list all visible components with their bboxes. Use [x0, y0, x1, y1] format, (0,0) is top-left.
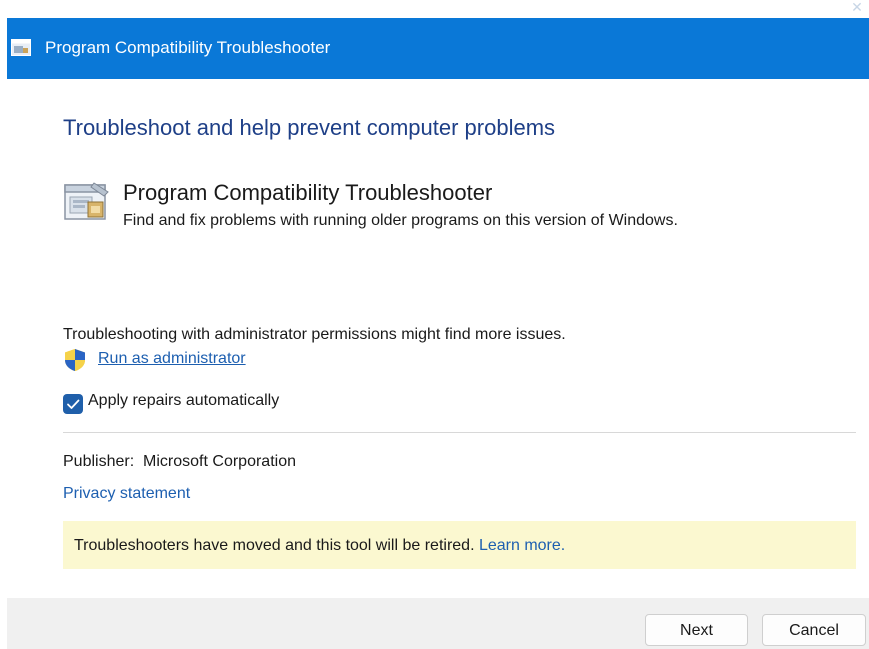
title-bar: Program Compatibility Troubleshooter ✕ — [7, 0, 869, 79]
retirement-notice: Troubleshooters have moved and this tool… — [63, 521, 856, 569]
notice-message: Troubleshooters have moved and this tool… — [74, 537, 565, 555]
learn-more-link[interactable]: Learn more. — [479, 537, 565, 554]
page-heading: Troubleshoot and help prevent computer p… — [63, 115, 556, 140]
run-as-administrator-link[interactable]: Run as administrator — [98, 350, 246, 368]
tool-title: Program Compatibility Troubleshooter — [123, 180, 493, 205]
apply-repairs-checkbox[interactable] — [63, 394, 83, 414]
apply-repairs-label[interactable]: Apply repairs automatically — [88, 392, 279, 410]
troubleshooter-window: Program Compatibility Troubleshooter ✕ T… — [0, 0, 869, 649]
publisher-info: Publisher: Microsoft Corporation — [63, 453, 296, 471]
publisher-value: Microsoft Corporation — [143, 453, 296, 470]
close-icon[interactable]: ✕ — [847, 0, 867, 14]
window-title: Program Compatibility Troubleshooter — [45, 38, 331, 57]
privacy-statement-link[interactable]: Privacy statement — [63, 485, 190, 503]
next-button[interactable]: Next — [645, 614, 748, 646]
button-bar: Next Cancel — [7, 598, 869, 649]
uac-shield-icon — [63, 348, 87, 372]
admin-note: Troubleshooting with administrator permi… — [63, 326, 566, 343]
tool-description: Find and fix problems with running older… — [123, 212, 678, 229]
cancel-button[interactable]: Cancel — [762, 614, 866, 646]
troubleshooter-icon — [11, 39, 31, 56]
notice-text: Troubleshooters have moved and this tool… — [74, 537, 479, 554]
divider — [63, 432, 856, 433]
program-compatibility-icon — [64, 182, 110, 222]
publisher-label: Publisher: — [63, 453, 135, 470]
